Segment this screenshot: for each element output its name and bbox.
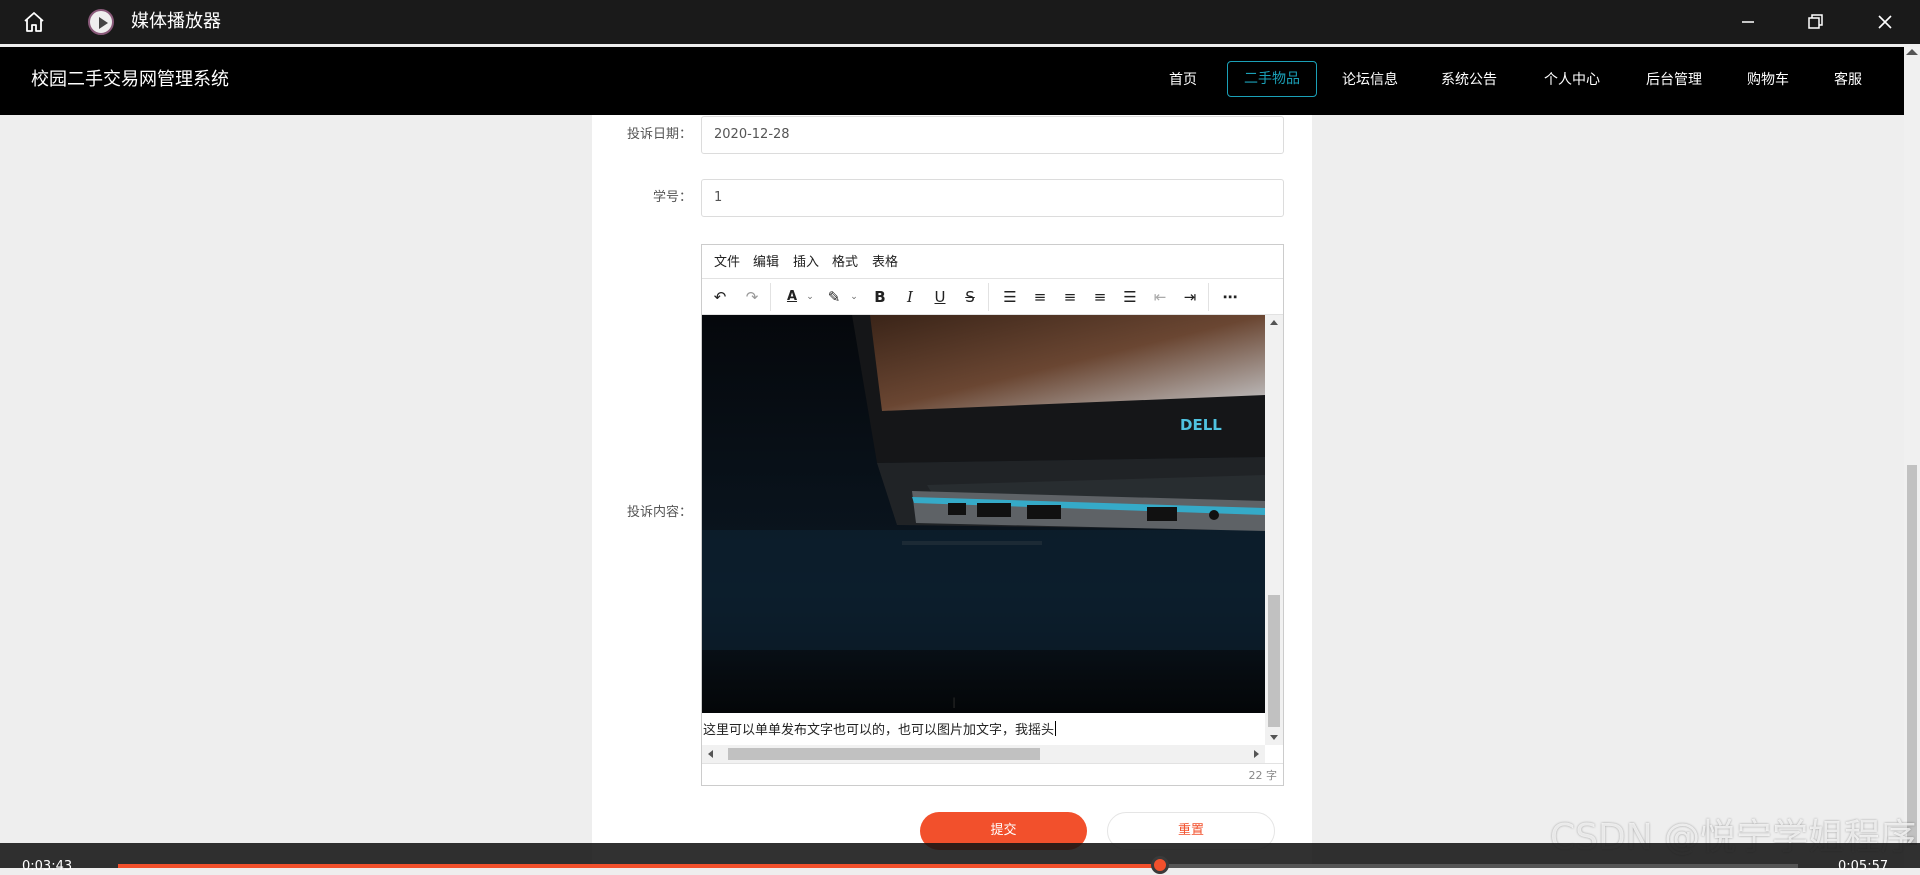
align-right-icon[interactable]: ≡ [1090, 287, 1110, 307]
chevron-down-icon[interactable]: ⌄ [844, 287, 864, 307]
page-scrollbar-thumb[interactable] [1907, 465, 1917, 845]
complaint-date-field[interactable]: 2020-12-28 [701, 116, 1284, 154]
media-player-logo-icon [88, 9, 114, 35]
italic-icon[interactable]: I [900, 287, 920, 307]
editor-vertical-scrollbar[interactable] [1265, 315, 1283, 745]
indent-icon[interactable]: ⇥ [1180, 287, 1200, 307]
scroll-down-icon[interactable] [1270, 735, 1278, 740]
player-title: 媒体播放器 [131, 11, 221, 32]
nav-item-announcements[interactable]: 系统公告 [1441, 69, 1497, 91]
nav-item-customer-service[interactable]: 客服 [1834, 69, 1862, 91]
menu-insert[interactable]: 插入 [793, 254, 819, 272]
dell-logo: DELL [1180, 416, 1222, 434]
total-time: 0:05:57 [1838, 859, 1889, 874]
text-cursor-icon: I [952, 696, 957, 712]
menu-edit[interactable]: 编辑 [753, 254, 779, 272]
complaint-content-label: 投诉内容： [626, 505, 692, 520]
text-color-icon[interactable]: A [782, 287, 802, 307]
editor-horizontal-scrollbar[interactable] [702, 745, 1265, 763]
outdent-icon[interactable]: ⇤ [1150, 287, 1170, 307]
close-icon[interactable] [1873, 10, 1897, 34]
line-height-icon[interactable]: ☰ [1000, 287, 1020, 307]
rich-text-editor: 文件 编辑 插入 格式 表格 ↶ ↷ A ⌄ ✎ ⌄ B I U S ☰ ≡ ≡… [701, 244, 1284, 786]
chevron-down-icon[interactable]: ⌄ [800, 287, 820, 307]
editor-toolbar: ↶ ↷ A ⌄ ✎ ⌄ B I U S ☰ ≡ ≡ ≡ ☰ ⇤ ⇥ ⋯ [702, 279, 1283, 315]
home-icon[interactable] [22, 10, 46, 34]
seek-bar-progress [118, 864, 1160, 868]
editor-text[interactable]: 这里可以单单发布文字也可以的，也可以图片加文字，我摇头 [703, 721, 1057, 741]
undo-icon[interactable]: ↶ [710, 287, 730, 307]
editor-statusbar: 22 字 [702, 763, 1283, 785]
editor-vertical-scrollbar-thumb[interactable] [1268, 595, 1280, 727]
nav-item-forum[interactable]: 论坛信息 [1342, 69, 1398, 91]
underline-icon[interactable]: U [930, 287, 950, 307]
editor-content-area[interactable]: DELL 这里可以单单发布文字也可以的，也可以图片加文字，我摇头 [702, 315, 1265, 745]
menu-table[interactable]: 表格 [872, 254, 898, 272]
redo-icon[interactable]: ↷ [742, 287, 762, 307]
nav-item-second-hand[interactable]: 二手物品 [1227, 61, 1317, 97]
nav-item-personal-center[interactable]: 个人中心 [1544, 69, 1600, 91]
nav-item-home[interactable]: 首页 [1169, 69, 1197, 91]
align-left-icon[interactable]: ≡ [1030, 287, 1050, 307]
more-icon[interactable]: ⋯ [1220, 287, 1240, 307]
nav-item-admin[interactable]: 后台管理 [1646, 69, 1702, 91]
student-id-field[interactable]: 1 [701, 179, 1284, 217]
site-navbar: 校园二手交易网管理系统 首页 二手物品 论坛信息 系统公告 个人中心 后台管理 … [0, 47, 1904, 115]
laptop-image[interactable]: DELL [702, 315, 1265, 713]
editor-menubar: 文件 编辑 插入 格式 表格 [702, 245, 1283, 279]
toolbar-divider [1208, 283, 1209, 311]
toolbar-divider [770, 283, 771, 311]
site-title: 校园二手交易网管理系统 [31, 69, 229, 90]
menu-file[interactable]: 文件 [714, 254, 740, 272]
highlight-color-icon[interactable]: ✎ [824, 287, 844, 307]
current-time: 0:03:43 [22, 859, 73, 874]
scroll-left-icon[interactable] [708, 750, 713, 758]
student-id-label: 学号： [652, 190, 692, 205]
complaint-date-label: 投诉日期： [626, 127, 692, 142]
menu-format[interactable]: 格式 [832, 254, 858, 272]
nav-item-cart[interactable]: 购物车 [1747, 69, 1789, 91]
minimize-icon[interactable] [1736, 10, 1760, 34]
scroll-up-icon[interactable] [1906, 49, 1918, 55]
seek-bar-handle[interactable] [1150, 856, 1169, 874]
bold-icon[interactable]: B [870, 287, 890, 307]
restore-icon[interactable] [1803, 10, 1827, 34]
scroll-up-icon[interactable] [1270, 320, 1278, 325]
editor-horizontal-scrollbar-thumb[interactable] [728, 748, 1040, 760]
text-caret [1055, 721, 1057, 736]
media-player-titlebar: 媒体播放器 [0, 0, 1920, 44]
word-count: 22 字 [1248, 769, 1278, 782]
align-justify-icon[interactable]: ☰ [1120, 287, 1140, 307]
scroll-right-icon[interactable] [1254, 750, 1259, 758]
strikethrough-icon[interactable]: S [960, 287, 980, 307]
toolbar-divider [988, 283, 989, 311]
align-center-icon[interactable]: ≡ [1060, 287, 1080, 307]
